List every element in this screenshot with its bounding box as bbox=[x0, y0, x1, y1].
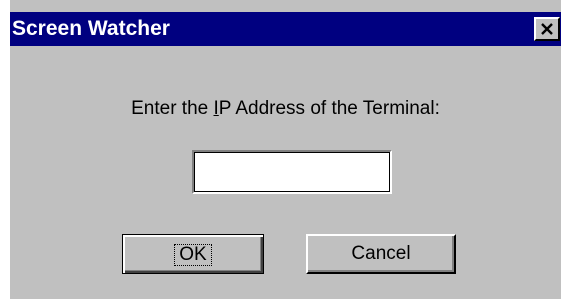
window-title: Screen Watcher bbox=[12, 17, 170, 40]
screen-watcher-dialog: Screen Watcher Enter the IP Address of t… bbox=[10, 0, 561, 299]
ip-address-input[interactable] bbox=[192, 150, 392, 194]
cancel-button[interactable]: Cancel bbox=[306, 234, 456, 274]
ip-prompt-label: Enter the IP Address of the Terminal: bbox=[10, 98, 561, 120]
title-bar[interactable]: Screen Watcher bbox=[10, 12, 561, 46]
prompt-text-end: P Address of the Terminal: bbox=[218, 98, 440, 119]
ok-button-label: OK bbox=[174, 244, 212, 266]
ok-button[interactable]: OK bbox=[122, 234, 264, 274]
close-button[interactable] bbox=[534, 17, 560, 41]
close-x-icon bbox=[541, 23, 553, 35]
prompt-text-start: Enter the bbox=[131, 98, 214, 119]
